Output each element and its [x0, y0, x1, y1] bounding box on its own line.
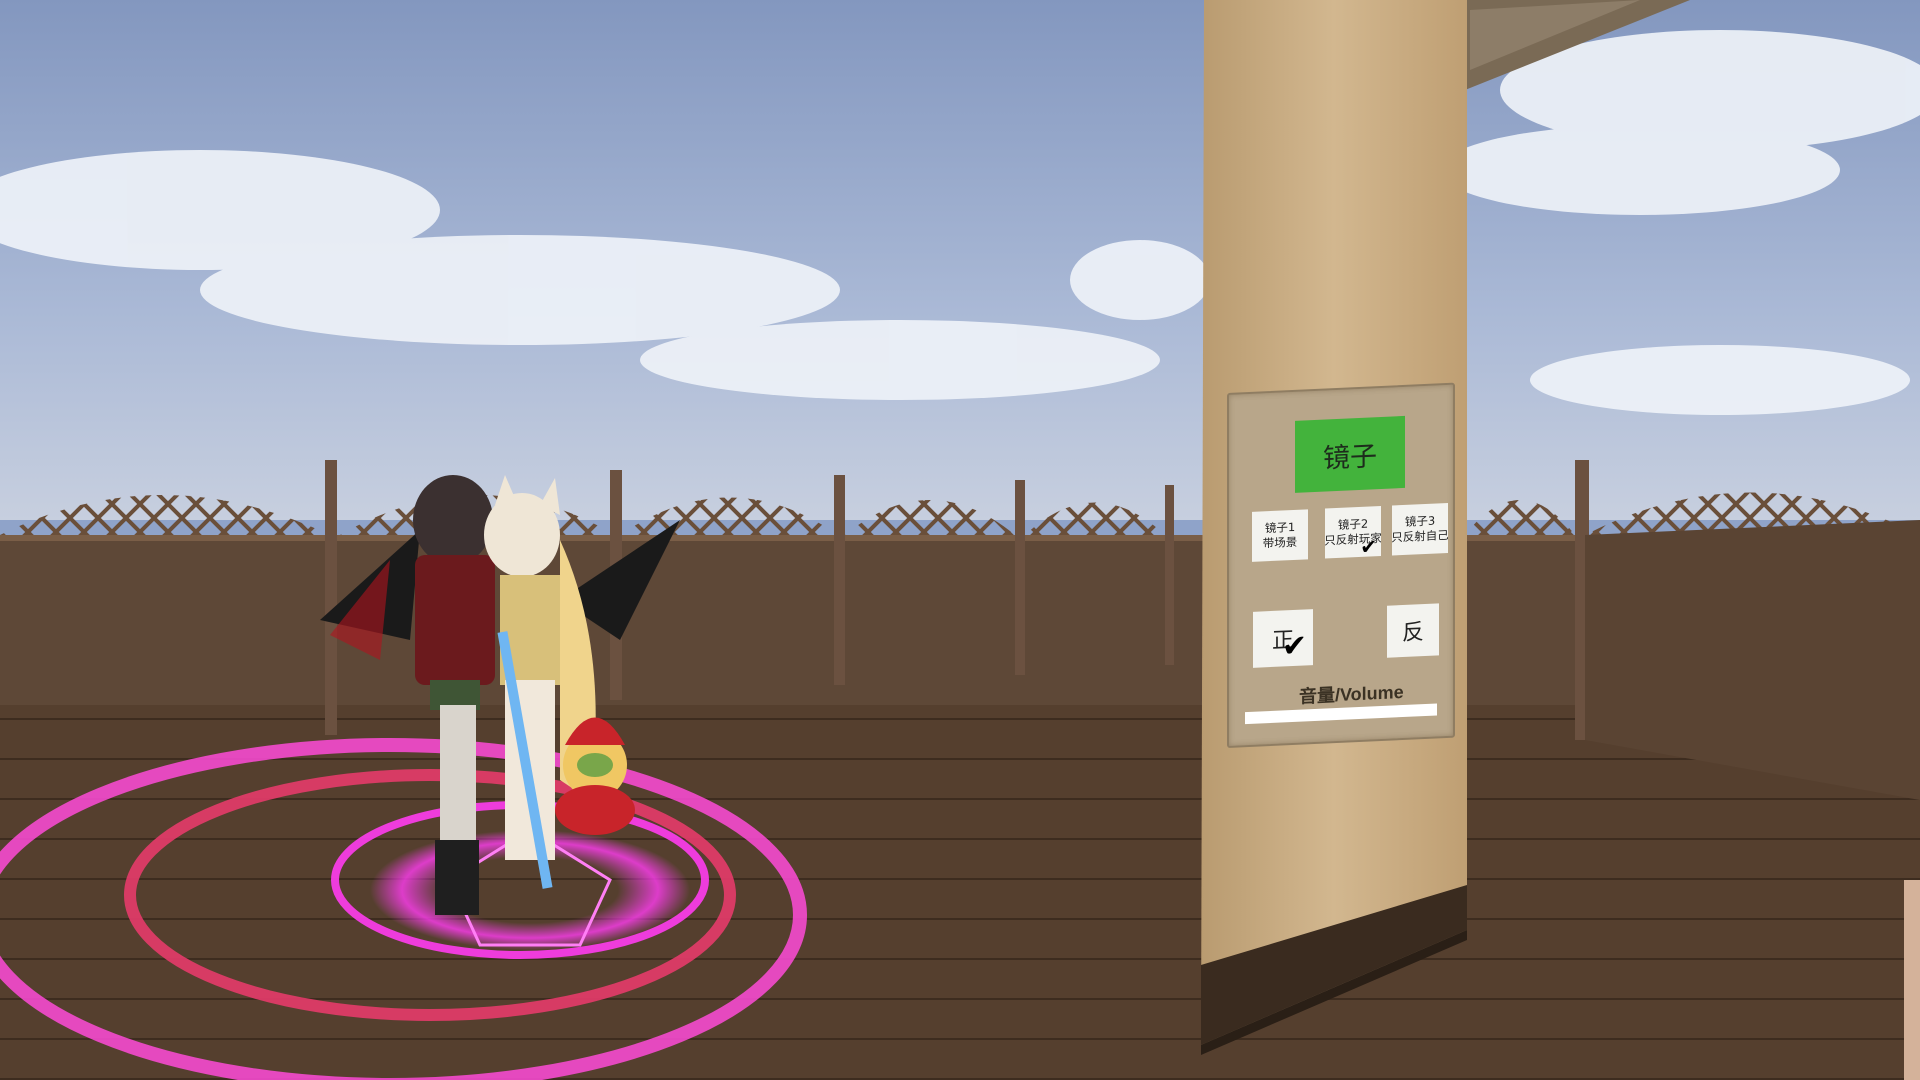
mirror1-desc: 带场景	[1262, 534, 1298, 551]
mirror2-button[interactable]: 镜子2 只反射玩家 ✔	[1325, 506, 1381, 559]
orientation-reverse-button[interactable]: 反	[1387, 603, 1439, 658]
game-world-view	[0, 0, 1920, 1080]
mirror3-button[interactable]: 镜子3 只反射自己	[1392, 502, 1448, 556]
mirror3-desc: 只反射自己	[1392, 527, 1448, 545]
orientation-normal-button[interactable]: 正 ✔	[1253, 609, 1313, 668]
orientation-normal-label: 正	[1271, 627, 1294, 654]
mirror2-desc: 只反射玩家	[1325, 530, 1381, 548]
mirror1-name: 镜子1	[1264, 519, 1296, 536]
mirror-toggle-button[interactable]: 镜子	[1295, 415, 1405, 493]
mirror-control-panel: 镜子 镜子1 带场景 镜子2 只反射玩家 ✔ 镜子3 只反射自己 正 ✔ 反 音…	[1227, 382, 1455, 748]
mirror2-name: 镜子2	[1337, 516, 1369, 532]
mirror1-button[interactable]: 镜子1 带场景	[1252, 509, 1308, 562]
mirror3-name: 镜子3	[1404, 513, 1436, 529]
orientation-reverse-label: 反	[1401, 620, 1424, 647]
volume-label: 音量/Volume	[1299, 681, 1404, 707]
mirror-toggle-label: 镜子	[1323, 440, 1377, 475]
